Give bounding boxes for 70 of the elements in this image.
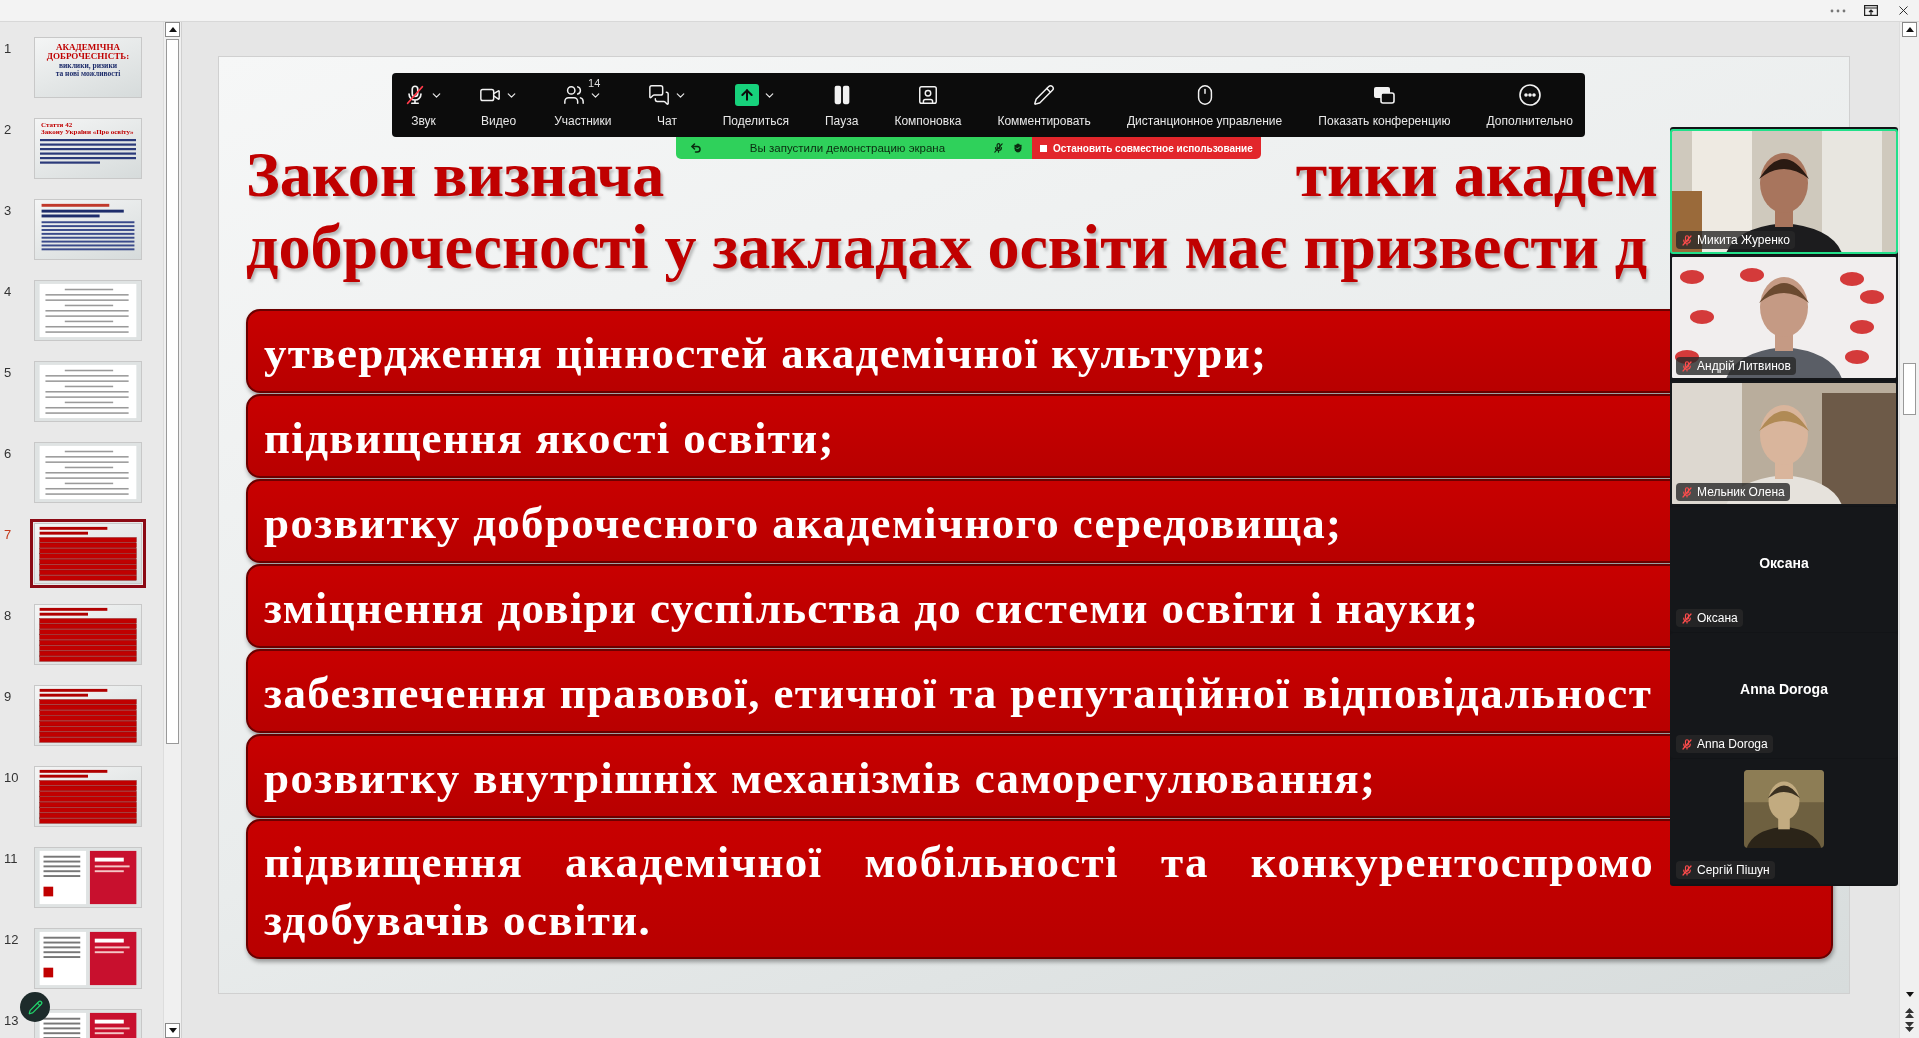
scrollbar-thumb[interactable]: [166, 39, 179, 744]
pencil-icon: [27, 999, 43, 1015]
close-icon[interactable]: [1896, 3, 1911, 18]
return-arrow-icon[interactable]: [690, 142, 702, 154]
shield-icon: [1012, 142, 1024, 154]
participant-name: Anna Doroga: [1697, 737, 1768, 751]
bullet-text: підвищення якості освіти;: [264, 412, 835, 465]
participant-tile[interactable]: Андрій Литвинов: [1670, 255, 1898, 380]
toolbar-button[interactable]: Участники 14: [550, 73, 616, 137]
bullet-text: здобувачів освіти.: [264, 894, 652, 947]
slide-number: 13: [3, 1013, 20, 1028]
slide-number: 7: [3, 527, 13, 542]
toolbar-button[interactable]: Поделиться: [718, 73, 793, 137]
thumbnail-text: ДОБРОЧЕСНІСТЬ:: [46, 52, 130, 62]
toolbar-button[interactable]: Комментировать: [993, 73, 1095, 137]
slide-number: 5: [3, 365, 13, 380]
share-screen-icon: [735, 84, 760, 106]
participant-tile[interactable]: Мельник Олена: [1670, 381, 1898, 506]
sharing-status: Вы запустили демонстрацию экрана: [749, 142, 946, 154]
slide-number: 1: [3, 41, 13, 56]
participant-name: Оксана: [1697, 611, 1738, 625]
participant-name: Андрій Литвинов: [1697, 359, 1791, 373]
slide-title: доброчесності у закладах освіти має призвести д: [246, 211, 1648, 283]
slide-title: тики академ: [1295, 139, 1658, 211]
slide-number: 12: [3, 932, 20, 947]
bullet-text: забезпечення правової, етичної та репутаційної відповідальност: [264, 667, 1653, 720]
previous-page-icon[interactable]: [1905, 1008, 1914, 1018]
bullet-text: розвитку внутрішніх механізмів саморегулювання;: [264, 752, 1377, 805]
slide-number: 9: [3, 689, 13, 704]
stop-icon: [1040, 144, 1047, 152]
participant-name: Оксана: [1759, 554, 1809, 571]
toolbar-button[interactable]: Дистанционное управление: [1122, 73, 1287, 137]
screens-icon: [1372, 84, 1397, 106]
participant-name: Мельник Олена: [1697, 485, 1785, 499]
more-options-icon[interactable]: [1830, 8, 1846, 13]
muted-microphone-icon[interactable]: [993, 142, 1004, 154]
restore-window-icon[interactable]: [1864, 5, 1878, 16]
thumbnail-text: АКАДЕМІЧНА: [56, 43, 120, 53]
toolbar-button[interactable]: Пауза: [821, 73, 863, 137]
next-page-icon[interactable]: [1905, 1022, 1914, 1032]
participants-icon: [563, 84, 586, 106]
scrollbar-thumb[interactable]: [1903, 363, 1916, 415]
slide-number: 4: [3, 284, 13, 299]
slide-title: Закон визнача: [246, 139, 665, 211]
toolbar-button[interactable]: Дополнительно: [1482, 73, 1577, 137]
toolbar-button[interactable]: Звук: [400, 73, 447, 137]
slide-number: 6: [3, 446, 13, 461]
participant-count: 14: [588, 77, 601, 89]
pencil-icon: [1033, 84, 1056, 106]
participant-name: Сергій Пішун: [1697, 863, 1770, 877]
toolbar-button[interactable]: Компоновка: [890, 73, 966, 137]
slide-number: 10: [3, 770, 20, 785]
slide-number: 3: [3, 203, 13, 218]
participant-name: Anna Doroga: [1740, 680, 1828, 697]
stop-sharing-button[interactable]: Остановить совместное использование: [1032, 137, 1261, 159]
participant-name: Микита Журенко: [1697, 233, 1790, 247]
bullet-text: утвердження цінностей академічної культури;: [264, 327, 1268, 380]
slide-number: 2: [3, 122, 13, 137]
slide-number: 11: [3, 851, 19, 866]
toolbar-button[interactable]: Показать конференцию: [1314, 73, 1455, 137]
toolbar-button[interactable]: Чат: [643, 73, 691, 137]
bullet-text: підвищення академічної мобільності та конкурентоспромо: [264, 836, 1654, 889]
layout-icon: [916, 84, 939, 106]
slide-number: 8: [3, 608, 13, 623]
more-icon: [1517, 83, 1542, 107]
bullet-text: зміцнення довіри суспільства до системи освіти і науки;: [264, 582, 1480, 635]
toolbar-button[interactable]: Видео: [475, 73, 523, 137]
participant-tile[interactable]: Микита Журенко: [1670, 129, 1898, 254]
chat-icon: [647, 84, 670, 106]
bullet-text: розвитку доброчесного академічного середовища;: [264, 497, 1343, 550]
